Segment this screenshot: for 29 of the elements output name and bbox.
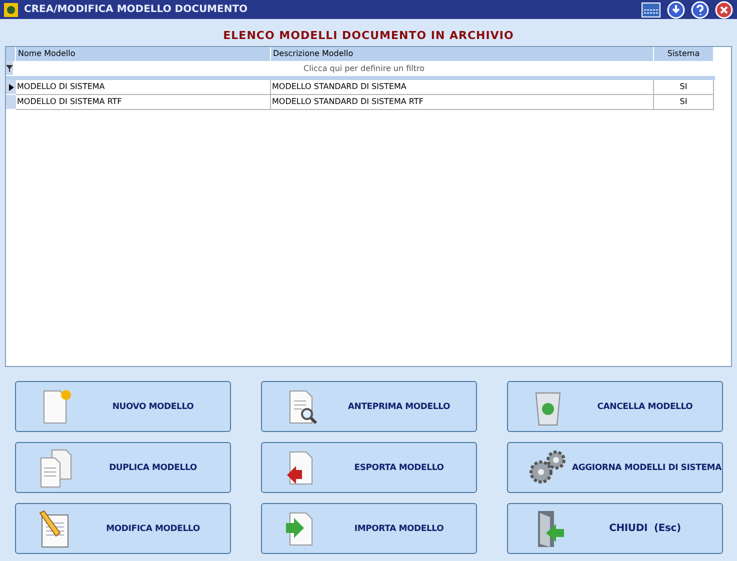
filter-icon[interactable] <box>6 64 13 72</box>
table-cell: MODELLO DI SISTEMA <box>16 80 271 95</box>
action-button[interactable]: ESPORTA MODELLO <box>261 442 477 493</box>
action-button[interactable]: DUPLICA MODELLO <box>15 442 231 493</box>
table-cell: MODELLO DI SISTEMA RTF <box>16 95 271 110</box>
download-icon[interactable] <box>667 0 685 18</box>
app-icon <box>4 2 18 16</box>
filter-hint[interactable]: Clicca qui per definire un filtro <box>13 61 715 76</box>
help-icon[interactable] <box>691 0 709 18</box>
action-button[interactable]: CHIUDI (Esc) <box>507 503 723 554</box>
action-button[interactable]: IMPORTA MODELLO <box>261 503 477 554</box>
window-title: CREA/MODIFICA MODELLO DOCUMENTO <box>24 4 249 15</box>
action-button[interactable]: ANTEPRIMA MODELLO <box>261 381 477 432</box>
row-indicator[interactable] <box>6 80 16 95</box>
action-button[interactable]: CANCELLA MODELLO <box>507 381 723 432</box>
action-button[interactable]: MODIFICA MODELLO <box>15 503 231 554</box>
table-cell: SI <box>654 95 714 110</box>
column-header[interactable]: Sistema <box>654 47 714 61</box>
action-button[interactable]: AGGIORNA MODELLI DI SISTEMA <box>507 442 723 493</box>
column-header[interactable]: Descrizione Modello <box>271 47 654 61</box>
row-pointer-icon <box>8 84 14 90</box>
table-cell: MODELLO STANDARD DI SISTEMA <box>271 80 654 95</box>
table-cell: SI <box>654 80 714 95</box>
close-icon[interactable] <box>715 0 733 18</box>
list-heading: ELENCO MODELLI DOCUMENTO IN ARCHIVIO <box>223 29 514 42</box>
table-cell: MODELLO STANDARD DI SISTEMA RTF <box>271 95 654 110</box>
calculator-icon[interactable] <box>641 2 661 18</box>
action-button[interactable]: NUOVO MODELLO <box>15 381 231 432</box>
column-header[interactable]: Nome Modello <box>16 47 271 61</box>
